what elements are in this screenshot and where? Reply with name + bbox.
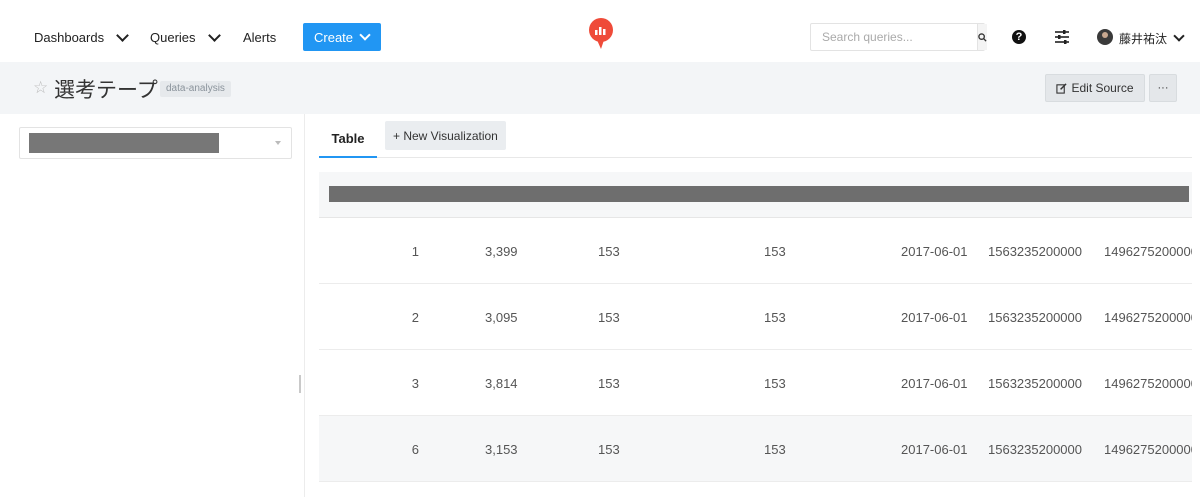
cell-date: 2017-06-01 <box>901 244 968 259</box>
create-button[interactable]: Create <box>303 23 381 51</box>
nav-alerts-label: Alerts <box>243 30 277 45</box>
settings-sliders-icon[interactable] <box>1054 29 1070 45</box>
tab-table[interactable]: Table <box>319 121 377 158</box>
cell-value: 153 <box>598 376 620 391</box>
redacted-column-headers <box>329 186 1189 202</box>
top-navbar: Dashboards Queries Alerts Create ? <box>0 0 1200 62</box>
cell-value: 3,153 <box>485 442 518 457</box>
results-table: 1 3,399 153 153 2017-06-01 1563235200000… <box>319 172 1192 497</box>
help-icon[interactable]: ? <box>1012 30 1026 44</box>
search-icon <box>978 32 987 42</box>
nav-dashboards-menu[interactable]: Dashboards <box>34 28 129 45</box>
table-row: 1 3,399 153 153 2017-06-01 1563235200000… <box>319 218 1192 284</box>
cell-value: 3,399 <box>485 244 518 259</box>
cell-date: 2017-06-01 <box>901 376 968 391</box>
table-row: 3 3,814 153 153 2017-06-01 1563235200000… <box>319 350 1192 416</box>
cell-timestamp: 1563235200000 <box>988 376 1082 391</box>
create-button-label: Create <box>314 29 354 45</box>
cell-id: 6 <box>411 442 419 457</box>
more-actions-button[interactable]: ··· <box>1149 74 1177 102</box>
search-box <box>810 23 987 51</box>
query-tag: data-analysis <box>160 81 231 97</box>
query-header: ☆ 選考テープ data-analysis Edit Source ··· <box>0 62 1200 114</box>
search-input[interactable] <box>811 24 977 50</box>
cell-timestamp: 1496275200000 <box>1104 310 1192 325</box>
redash-logo-icon[interactable] <box>588 18 614 50</box>
cell-value: 153 <box>598 310 620 325</box>
nav-dashboards-label: Dashboards <box>34 30 105 45</box>
table-row: 6 3,153 153 153 2017-06-01 1563235200000… <box>319 416 1192 482</box>
caret-down-icon <box>275 141 281 145</box>
panel-resize-handle[interactable] <box>299 375 301 393</box>
cell-timestamp: 1563235200000 <box>988 442 1082 457</box>
cell-value: 153 <box>764 442 786 457</box>
chevron-down-icon <box>207 28 221 42</box>
page-title[interactable]: 選考テープ <box>54 74 158 104</box>
nav-queries-menu[interactable]: Queries <box>150 28 221 45</box>
chevron-down-icon <box>116 28 129 42</box>
cell-timestamp: 1563235200000 <box>988 244 1082 259</box>
cell-id: 2 <box>411 310 419 325</box>
nav-queries-label: Queries <box>150 30 196 45</box>
cell-timestamp: 1563235200000 <box>988 310 1082 325</box>
favorite-star-icon[interactable]: ☆ <box>33 78 48 98</box>
schema-panel <box>0 114 305 497</box>
edit-source-label: Edit Source <box>1071 81 1134 95</box>
cell-timestamp: 1496275200000 <box>1104 376 1192 391</box>
user-name-label: 藤井祐汰 <box>1119 32 1168 46</box>
chevron-down-icon <box>1173 30 1185 42</box>
cell-id: 1 <box>411 244 419 259</box>
cell-value: 153 <box>764 244 786 259</box>
cell-timestamp: 1496275200000 <box>1104 442 1192 457</box>
cell-value: 3,095 <box>485 310 518 325</box>
cell-id: 3 <box>411 376 419 391</box>
help-glyph: ? <box>1015 31 1023 43</box>
avatar[interactable] <box>1097 29 1113 45</box>
search-button[interactable] <box>977 24 987 50</box>
redacted-datasource <box>29 133 219 153</box>
cell-value: 153 <box>598 244 620 259</box>
edit-source-button[interactable]: Edit Source <box>1045 74 1145 102</box>
cell-value: 153 <box>764 376 786 391</box>
table-header <box>319 172 1192 218</box>
visualization-tabs: Table + New Visualization <box>319 121 1192 158</box>
more-label: ··· <box>1157 82 1169 94</box>
data-source-select[interactable] <box>19 127 292 159</box>
cell-value: 153 <box>598 442 620 457</box>
cell-timestamp: 1496275200000 <box>1104 244 1192 259</box>
cell-date: 2017-06-01 <box>901 442 968 457</box>
table-row: 2 3,095 153 153 2017-06-01 1563235200000… <box>319 284 1192 350</box>
chevron-down-icon <box>359 28 371 41</box>
cell-value: 153 <box>764 310 786 325</box>
cell-value: 3,814 <box>485 376 518 391</box>
cell-date: 2017-06-01 <box>901 310 968 325</box>
edit-icon <box>1056 82 1068 94</box>
nav-alerts-link[interactable]: Alerts <box>243 30 276 45</box>
user-menu[interactable]: 藤井祐汰 <box>1119 30 1185 47</box>
new-visualization-button[interactable]: + New Visualization <box>385 121 506 150</box>
